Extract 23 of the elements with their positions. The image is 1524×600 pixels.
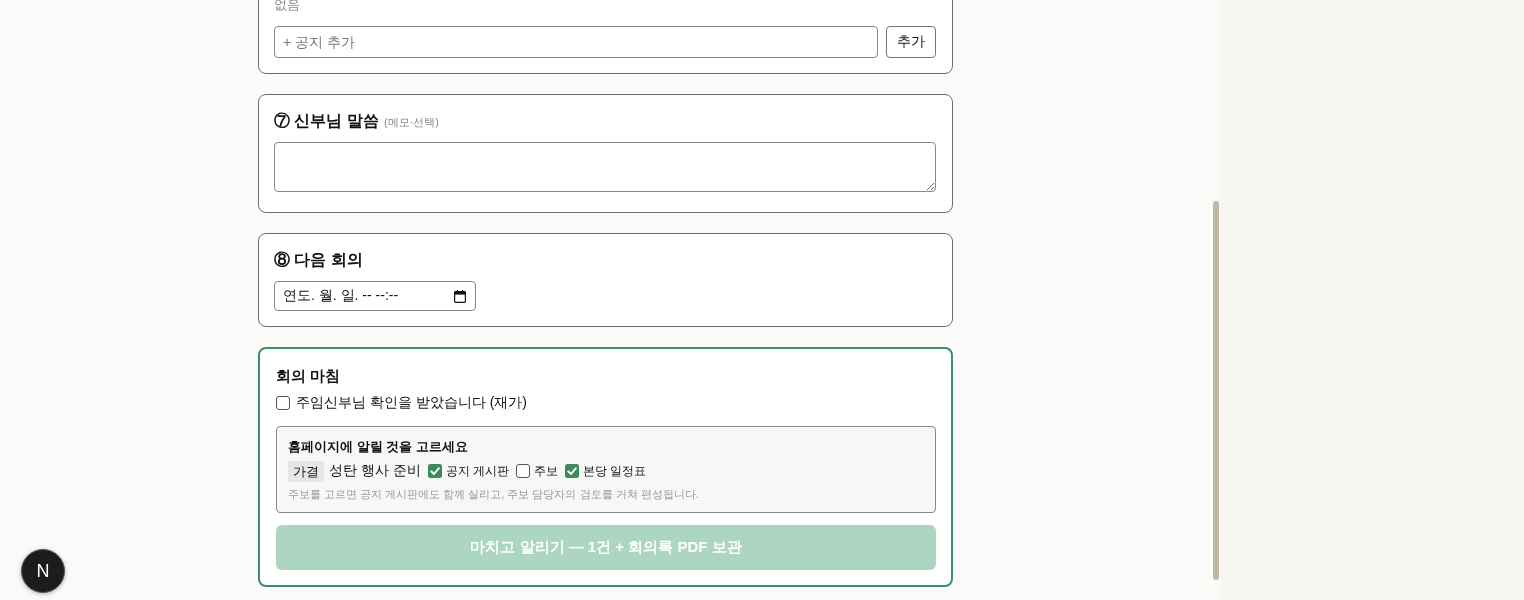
date-time-field[interactable]: 연도. 월. 일. -- --:--	[274, 281, 476, 311]
scrollbar-thumb[interactable]	[1213, 201, 1219, 580]
memo-textarea[interactable]	[274, 142, 936, 192]
checkbox-label: 주보	[534, 462, 559, 480]
checkbox[interactable]	[565, 464, 580, 478]
closing-title: 회의 마침	[276, 366, 342, 386]
section-title: ⑧ 다음 회의	[274, 250, 363, 270]
checkbox[interactable]	[427, 464, 442, 478]
publish-title: 홈페이지에 알릴 것을 고르세요	[288, 438, 469, 456]
checkbox[interactable]	[276, 396, 290, 410]
calendar-icon[interactable]	[454, 289, 466, 303]
checkbox[interactable]	[516, 464, 531, 478]
item-title: 성탄 행사 준비	[329, 462, 421, 480]
checkbox-label: 주임신부님 확인을 받았습니다 (재가)	[296, 394, 527, 412]
help-text: 주보를 고르면 공지 게시판에도 함께 실리고, 주보 담당자의 검토를 거쳐 편성됩니다.	[288, 487, 700, 502]
checkbox-label: 본당 일정표	[583, 462, 647, 480]
notice-input[interactable]: + 공지 추가	[274, 26, 878, 58]
checkbox-label: 공지 게시판	[445, 462, 510, 480]
empty-text: 없음	[274, 0, 301, 14]
section-hint: (메모·선택)	[383, 115, 439, 130]
add-button[interactable]: 추가	[886, 26, 936, 58]
status-tag: 가결	[288, 460, 324, 482]
section-title: ⑦ 신부님 말씀	[274, 111, 379, 131]
